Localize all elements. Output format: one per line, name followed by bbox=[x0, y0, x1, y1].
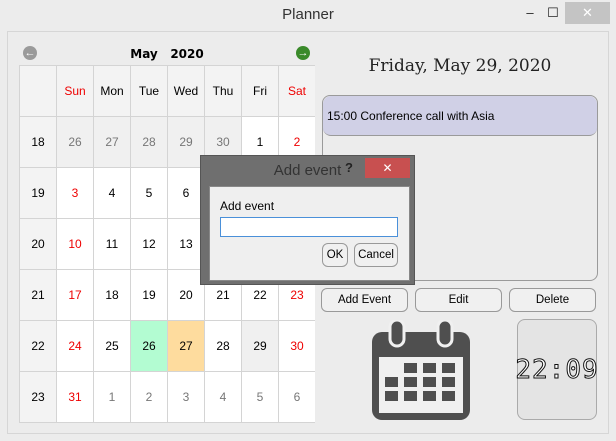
day-cell[interactable]: 26 bbox=[130, 320, 167, 371]
week-number: 21 bbox=[19, 269, 56, 320]
minimize-button[interactable]: ‒ bbox=[518, 2, 542, 24]
day-cell[interactable]: 3 bbox=[167, 371, 204, 422]
weekday-header: Fri bbox=[241, 65, 278, 116]
next-month-icon[interactable]: → bbox=[296, 46, 310, 60]
edit-button[interactable]: Edit bbox=[415, 288, 502, 312]
day-cell[interactable]: 29 bbox=[167, 116, 204, 167]
day-cell[interactable]: 29 bbox=[241, 320, 278, 371]
day-cell[interactable]: 30 bbox=[278, 320, 315, 371]
day-cell[interactable]: 6 bbox=[167, 167, 204, 218]
day-cell[interactable]: 11 bbox=[93, 218, 130, 269]
day-cell[interactable]: 28 bbox=[130, 116, 167, 167]
month-select[interactable]: May bbox=[130, 47, 158, 61]
day-cell[interactable]: 12 bbox=[130, 218, 167, 269]
weekday-header: Sat bbox=[278, 65, 315, 116]
day-cell[interactable]: 19 bbox=[130, 269, 167, 320]
day-cell[interactable]: 20 bbox=[167, 269, 204, 320]
week-number: 19 bbox=[19, 167, 56, 218]
day-cell[interactable]: 4 bbox=[93, 167, 130, 218]
day-cell[interactable]: 2 bbox=[130, 371, 167, 422]
weekday-header: Sun bbox=[56, 65, 93, 116]
cancel-button[interactable]: Cancel bbox=[354, 243, 398, 267]
day-cell[interactable]: 4 bbox=[204, 371, 241, 422]
day-cell[interactable]: 17 bbox=[56, 269, 93, 320]
dialog-body: Add event OK Cancel bbox=[209, 186, 410, 281]
weekday-header: Mon bbox=[93, 65, 130, 116]
day-cell[interactable]: 3 bbox=[56, 167, 93, 218]
ok-button[interactable]: OK bbox=[322, 243, 348, 267]
week-number: 20 bbox=[19, 218, 56, 269]
calendar-nav: ← May 2020 → bbox=[19, 42, 315, 64]
weekday-header: Wed bbox=[167, 65, 204, 116]
week-number: 18 bbox=[19, 116, 56, 167]
close-button[interactable]: ✕ bbox=[565, 2, 610, 24]
week-number: 23 bbox=[19, 371, 56, 422]
dialog-close-button[interactable]: ✕ bbox=[365, 158, 410, 178]
day-cell[interactable]: 18 bbox=[93, 269, 130, 320]
year-spin[interactable]: 2020 bbox=[170, 47, 203, 61]
add-event-dialog: Add event ? ✕ Add event OK Cancel bbox=[200, 155, 415, 285]
day-cell[interactable]: 1 bbox=[93, 371, 130, 422]
dialog-label: Add event bbox=[220, 199, 275, 213]
weekday-header: Thu bbox=[204, 65, 241, 116]
calendar-icon bbox=[372, 320, 470, 420]
day-cell[interactable]: 24 bbox=[56, 320, 93, 371]
week-number: 22 bbox=[19, 320, 56, 371]
day-cell[interactable]: 28 bbox=[204, 320, 241, 371]
event-item[interactable]: 15:00 Conference call with Asia bbox=[323, 96, 597, 136]
day-cell[interactable]: 5 bbox=[241, 371, 278, 422]
day-cell[interactable]: 5 bbox=[130, 167, 167, 218]
day-cell[interactable]: 25 bbox=[93, 320, 130, 371]
digital-clock: 22:09 bbox=[515, 319, 598, 420]
day-cell[interactable]: 6 bbox=[278, 371, 315, 422]
corner-cell bbox=[19, 65, 56, 116]
help-icon[interactable]: ? bbox=[345, 160, 353, 175]
day-cell[interactable]: 10 bbox=[56, 218, 93, 269]
delete-button[interactable]: Delete bbox=[509, 288, 596, 312]
add-event-button[interactable]: Add Event bbox=[321, 288, 408, 312]
day-cell[interactable]: 27 bbox=[167, 320, 204, 371]
event-input[interactable] bbox=[220, 217, 398, 237]
maximize-button[interactable]: ☐ bbox=[541, 2, 565, 24]
selected-date-heading: Friday, May 29, 2020 bbox=[368, 56, 552, 76]
weekday-header: Tue bbox=[130, 65, 167, 116]
day-cell[interactable]: 31 bbox=[56, 371, 93, 422]
day-cell[interactable]: 27 bbox=[93, 116, 130, 167]
day-cell[interactable]: 26 bbox=[56, 116, 93, 167]
day-cell[interactable]: 13 bbox=[167, 218, 204, 269]
month-year[interactable]: May 2020 bbox=[19, 47, 315, 61]
